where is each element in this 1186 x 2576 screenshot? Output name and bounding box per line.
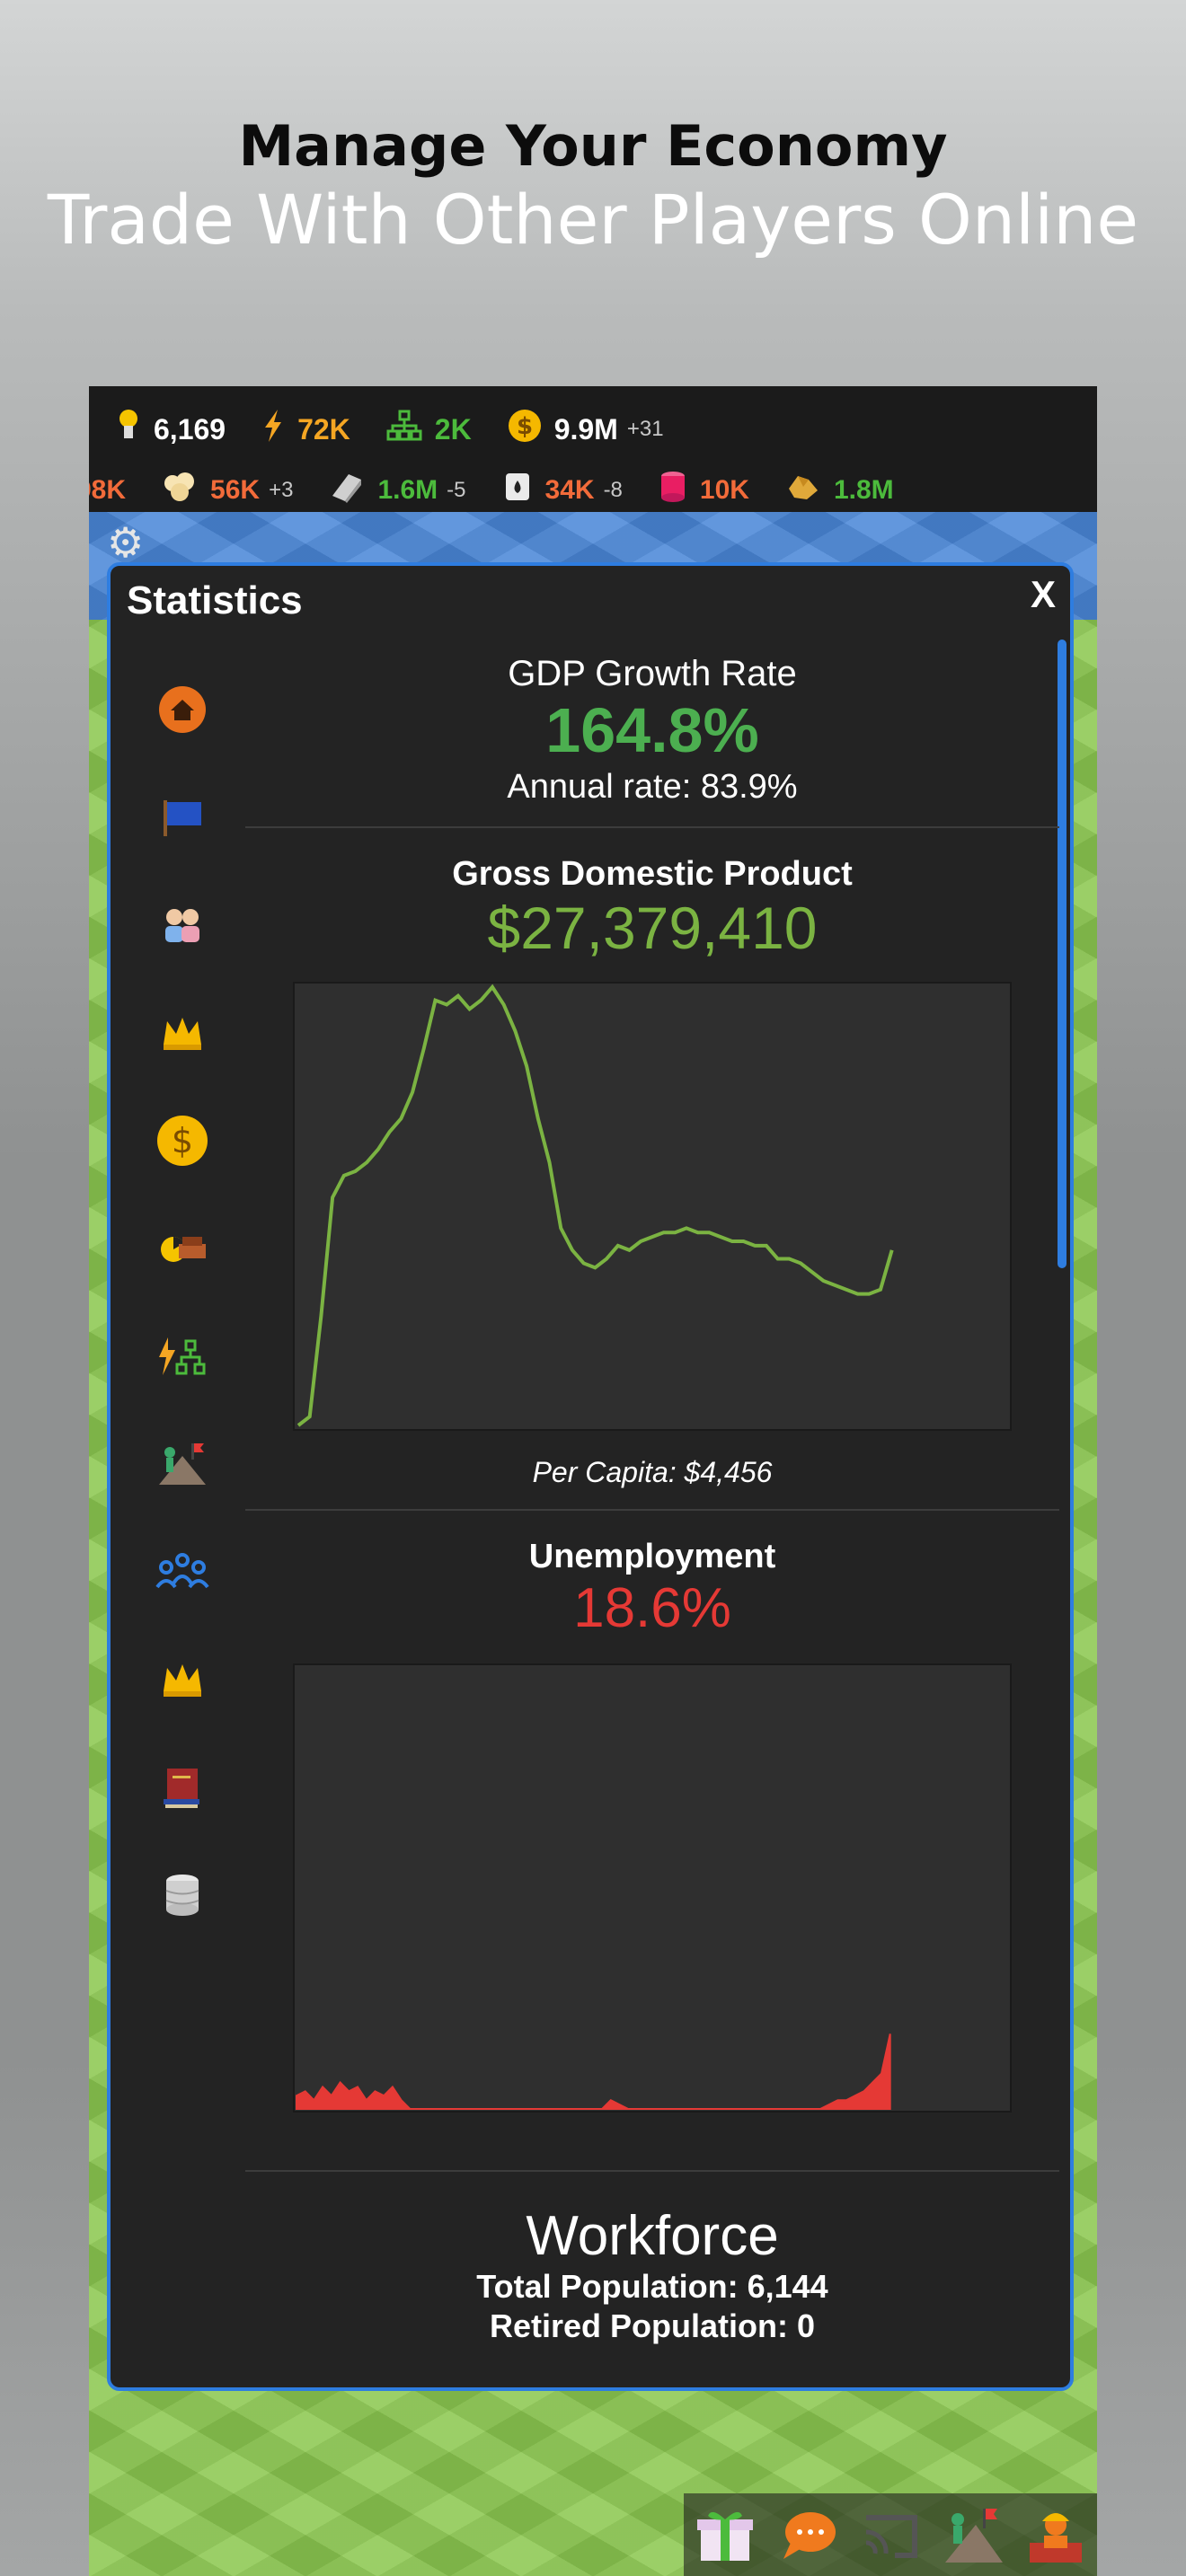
gdp-line-chart [296,984,894,1427]
resource-value: 1.6M [377,475,438,505]
unemployment-value: 18.6% [573,1577,731,1639]
section-divider [245,1509,1059,1511]
hero-headline: Manage Your Economy [238,113,948,179]
resource-value: 6,169 [154,412,226,446]
panel-title: Statistics [127,578,303,622]
stats-category-sidebar: $ [137,656,227,1949]
resources-icon[interactable] [137,1195,227,1302]
home-icon[interactable] [137,656,227,763]
coin-icon: $ [508,409,542,450]
network-icon [386,410,422,449]
dollar-icon[interactable]: $ [137,1087,227,1195]
close-button[interactable]: X [1031,573,1056,616]
workforce-total-population: Total Population: 6,144 [476,2268,828,2305]
resource-item[interactable]: 6,169 [116,408,226,451]
gdp-value: $27,379,410 [487,895,818,961]
unemployment-title: Unemployment [528,1538,776,1575]
resource-item[interactable]: 1.6M -5 [329,471,466,510]
crown-icon[interactable] [137,979,227,1087]
bulb-icon [116,408,141,451]
resource-value: 56K [210,475,261,505]
cotton-icon [162,471,198,510]
cast-icon[interactable] [854,2499,926,2571]
resource-item[interactable]: 72K [261,408,350,451]
stats-content: GDP Growth Rate 164.8% Annual rate: 83.9… [245,654,1059,2345]
resource-row-secondary: 98K 56K +3 1.6M -5 34K -8 10K 1.8M [89,463,1084,517]
steel-icon [329,471,365,510]
resource-item[interactable]: 56K +3 [162,471,293,510]
gold-ore-icon [785,471,821,510]
chat-icon[interactable] [772,2499,844,2571]
workforce-retired-population: Retired Population: 0 [489,2307,816,2344]
resource-item[interactable]: 2K [386,410,472,449]
game-screen: 6,169 72K 2K $9.9M +31 98K 56K +3 1.6M -5 34K -8 10… [89,386,1097,2576]
flag-icon[interactable] [137,763,227,871]
unemployment-chart [293,1663,1012,2113]
unemployment-area-chart [296,2033,891,2110]
resource-item[interactable]: 1.8M [785,471,894,510]
gdp-chart [293,982,1012,1431]
resource-value: 9.9M [553,412,618,446]
section-divider [245,826,1059,828]
resource-item[interactable]: 10K [659,470,749,511]
resource-row-primary: 6,169 72K 2K $9.9M +31 [89,402,1097,456]
gdp-series-line [296,984,894,1427]
unemployment-section: Unemployment 18.6% [245,1538,1059,2113]
people-icon[interactable] [137,871,227,979]
gdp-section: Gross Domestic Product $27,379,410 Per C… [245,855,1059,1489]
climber-flag-icon[interactable] [937,2499,1009,2571]
hero-subheadline: Trade With Other Players Online [47,180,1139,260]
gift-icon[interactable] [689,2499,761,2571]
gdp-title: Gross Domestic Product [452,855,853,893]
resource-value: 72K [297,412,350,446]
svg-text:$: $ [172,1121,193,1160]
resource-value: 1.8M [833,475,894,505]
resource-delta: -5 [447,478,466,502]
power-network-icon[interactable] [137,1302,227,1410]
resource-value: 2K [434,412,472,446]
settings-gear-icon[interactable]: ⚙ [107,521,150,564]
gdp-growth-value: 164.8% [545,695,759,765]
gdp-annual-rate: Annual rate: 83.9% [507,768,798,806]
gdp-per-capita: Per Capita: $4,456 [532,1456,773,1488]
resource-delta: -8 [603,478,623,502]
resource-value: 34K [544,475,595,505]
worker-icon[interactable] [1020,2499,1092,2571]
resource-item[interactable]: $9.9M +31 [508,409,664,450]
resource-delta: +3 [269,478,294,502]
section-divider [245,2170,1059,2172]
lightning-icon [261,408,285,451]
books-icon[interactable] [137,1734,227,1841]
gdp-growth-title: GDP Growth Rate [508,654,797,693]
crown-icon-2[interactable] [137,1626,227,1734]
coins-icon[interactable] [137,1841,227,1949]
bottom-action-bar [684,2493,1097,2576]
resource-item[interactable]: 98K [89,475,126,506]
unemployment-series-area [296,2033,891,2110]
oil-barrel-icon [502,470,533,511]
gdp-growth-section: GDP Growth Rate 164.8% Annual rate: 83.9… [245,654,1059,807]
resource-delta: +31 [626,417,664,441]
climber-icon[interactable] [137,1410,227,1518]
resource-value: 98K [89,475,127,505]
resource-item[interactable]: 34K -8 [502,470,623,511]
svg-text:$: $ [517,413,533,440]
population-icon[interactable] [137,1518,227,1626]
database-icon [659,470,687,511]
workforce-section: Workforce Total Population: 6,144 Retire… [245,2204,1059,2345]
statistics-panel: Statistics X $ GDP Growth Rate 164.8% An… [107,562,1074,2391]
resource-value: 10K [699,475,749,505]
workforce-title: Workforce [526,2205,779,2267]
